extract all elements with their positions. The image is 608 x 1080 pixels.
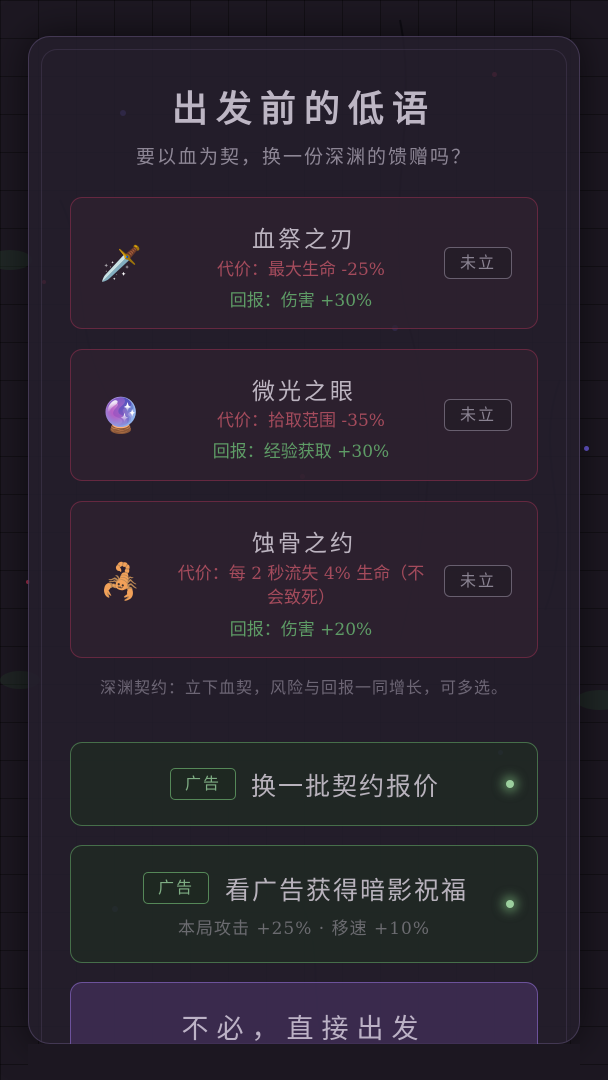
contract-card-bone-erosion[interactable]: 🦂 蚀骨之约 代价：每 2 秒流失 4% 生命（不会致死） 回报：伤害 +20%… (70, 501, 538, 658)
contract-hint: 深渊契约：立下血契，风险与回报一同增长，可多选。 (99, 678, 508, 697)
panel-bottom-edge (28, 1044, 580, 1080)
depart-label: 不必，直接出发 (181, 1014, 427, 1045)
contract-status-button[interactable]: 未立 (444, 399, 512, 431)
contract-card-blood-blade[interactable]: 🗡️ 血祭之刃 代价：最大生命 -25% 回报：伤害 +30% 未立 (70, 197, 538, 329)
contract-status-button[interactable]: 未立 (444, 565, 512, 597)
ad-tag: 广告 (143, 872, 209, 904)
shadow-blessing-label: 看广告获得暗影祝福 (225, 876, 469, 905)
shadow-blessing-detail: 本局攻击 +25% · 移速 +10% (177, 919, 431, 939)
contract-reward: 回报：伤害 +30% (229, 291, 373, 311)
contract-card-glimmer-eye[interactable]: 🔮 微光之眼 代价：拾取范围 -35% 回报：经验获取 +30% 未立 (70, 349, 538, 481)
contract-reward: 回报：伤害 +20% (229, 620, 373, 640)
ember-particle (584, 446, 589, 451)
refresh-offers-label: 换一批契约报价 (251, 772, 441, 801)
glow-indicator (506, 900, 514, 908)
contract-status-button[interactable]: 未立 (444, 247, 512, 279)
contract-cost: 代价：拾取范围 -35% (217, 411, 385, 431)
dialog-subtitle: 要以血为契，换一份深渊的馈赠吗？ (135, 146, 472, 168)
scorpion-icon: 🦂 (99, 562, 143, 602)
shadow-blessing-ad-button[interactable]: 广告 看广告获得暗影祝福 本局攻击 +25% · 移速 +10% (70, 845, 538, 963)
contract-reward: 回报：经验获取 +30% (212, 442, 390, 462)
contract-name: 蚀骨之约 (252, 531, 356, 557)
contract-cost: 代价：每 2 秒流失 4% 生命（不会致死） (177, 564, 425, 608)
refresh-offers-ad-button[interactable]: 广告 换一批契约报价 (70, 742, 538, 826)
ad-tag: 广告 (170, 768, 236, 800)
glow-indicator (506, 780, 514, 788)
dialog-title: 出发前的低语 (171, 89, 436, 130)
contract-cost: 代价：最大生命 -25% (217, 260, 385, 280)
